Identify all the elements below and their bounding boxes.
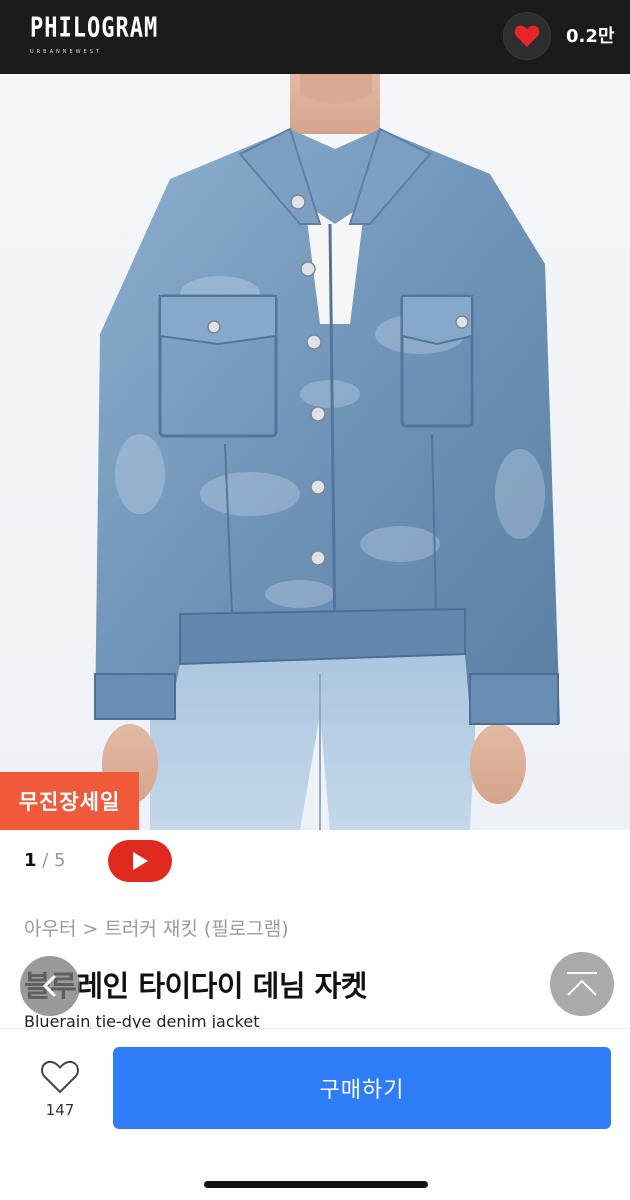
home-indicator (204, 1181, 428, 1188)
app-header: PHILOGRAM URBANNEWEST 0.2만 (0, 0, 630, 74)
purchase-bar: 147 구매하기 (0, 1028, 630, 1200)
buy-button[interactable]: 구매하기 (113, 1047, 611, 1129)
like-count: 147 (45, 1101, 75, 1119)
video-play-button[interactable] (108, 840, 172, 882)
logo-text: PHILOGRAM (30, 12, 159, 44)
pager-current: 1 (24, 850, 37, 871)
denim-jacket-photo (0, 74, 630, 830)
pager-separator: / (36, 850, 55, 871)
chevron-left-icon (42, 975, 56, 997)
previous-button[interactable] (20, 956, 80, 1016)
like-button[interactable]: 147 (36, 1059, 84, 1119)
chevron-up-icon (567, 972, 597, 996)
product-image[interactable] (0, 74, 630, 830)
heart-filled-icon (514, 25, 540, 47)
category-breadcrumb[interactable]: 아우터 > 트러커 재킷 (필로그램) (24, 914, 289, 941)
heart-outline-icon (41, 1060, 79, 1094)
scroll-top-button[interactable] (550, 952, 614, 1016)
pager-total: 5 (54, 850, 66, 871)
play-icon (133, 852, 148, 870)
wishlist-button[interactable] (503, 12, 551, 60)
brand-logo[interactable]: PHILOGRAM URBANNEWEST (30, 10, 159, 60)
image-pager: 1 / 5 (24, 850, 66, 871)
sale-badge: 무진장세일 (0, 772, 139, 830)
wishlist-count: 0.2만 (566, 26, 615, 47)
logo-subtext: URBANNEWEST (30, 49, 102, 55)
